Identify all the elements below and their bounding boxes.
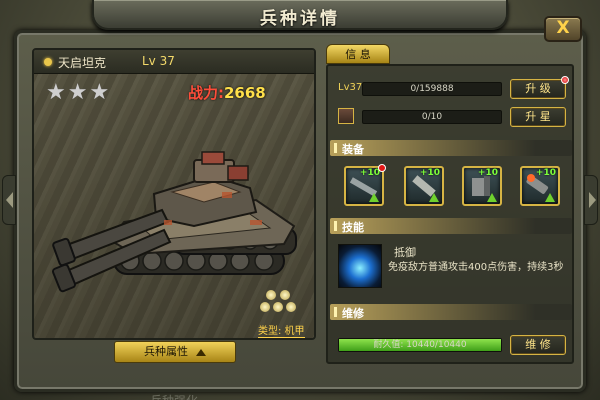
shield-skill-icon[interactable] <box>338 244 382 288</box>
heading-marker <box>334 143 337 153</box>
prev-unit-arrow[interactable] <box>2 175 16 225</box>
experience-text: 0/159888 <box>410 84 454 94</box>
equipment-heading-text: 装备 <box>342 143 364 156</box>
unit-header: 天启坦克 Lv 37 <box>34 50 314 74</box>
durability-bar: 耐久值: 10440/10440 <box>338 338 502 352</box>
alert-dot-icon <box>378 164 386 172</box>
equipment-heading: 装备 <box>330 140 572 156</box>
level-label: Lv37 <box>338 82 363 93</box>
heading-marker <box>334 221 337 231</box>
combat-power: 战力:2668 <box>188 82 266 103</box>
combat-power-value: 2668 <box>224 84 266 102</box>
equipment-bonus: +10 <box>419 168 440 178</box>
star-progress-bar: 0/10 <box>362 110 502 124</box>
unit-stars: ★ ★ ★ <box>46 82 109 104</box>
equipment-slot-1[interactable]: +10 <box>344 164 386 206</box>
arrow-up-icon <box>429 193 439 202</box>
unit-type-link[interactable]: 类型: 机甲 <box>258 322 305 338</box>
skill-heading-text: 技能 <box>342 221 364 234</box>
unit-attributes-label: 兵种属性 <box>144 345 188 358</box>
alert-dot-icon <box>561 76 569 84</box>
chevron-left-icon <box>6 192 13 208</box>
chevron-right-icon <box>589 192 596 208</box>
triangle-up-icon <box>196 348 206 356</box>
experience-bar: 0/159888 <box>362 82 502 96</box>
arrow-up-icon <box>487 193 497 202</box>
unit-level: Lv 37 <box>142 54 175 68</box>
tab-info[interactable]: 信 息 <box>326 44 390 64</box>
arrow-up-icon <box>369 193 379 202</box>
unit-preview-panel: 天启坦克 Lv 37 ★ ★ ★ 战力:2668 类型: 机甲 <box>32 48 316 340</box>
unit-name: 天启坦克 <box>58 56 107 70</box>
equipment-slot-4[interactable]: +10 <box>520 166 560 206</box>
skill-heading: 技能 <box>330 218 572 234</box>
upgrade-button[interactable]: 升 级 <box>510 76 569 99</box>
heading-marker <box>334 307 337 317</box>
unit-status-dot <box>44 58 52 66</box>
star-progress-text: 0/10 <box>421 112 443 122</box>
equipment-bonus: +10 <box>535 168 556 178</box>
close-button[interactable]: X <box>544 16 582 42</box>
equipment-slot-3[interactable]: +10 <box>462 166 502 206</box>
equipment-bonus: +10 <box>359 168 380 178</box>
equipment-bonus: +10 <box>477 168 498 178</box>
star-icon: ★ <box>89 80 110 105</box>
background-caption: 兵种强化 <box>150 392 198 400</box>
repair-heading: 维修 <box>330 304 572 320</box>
durability-text: 耐久值: 10440/10440 <box>373 340 467 350</box>
next-unit-arrow[interactable] <box>584 175 598 225</box>
equipment-slot-2[interactable]: +10 <box>404 166 444 206</box>
upgrade-label: 升 级 <box>525 82 551 95</box>
unit-attributes-tab[interactable]: 兵种属性 <box>114 341 236 363</box>
repair-heading-text: 维修 <box>342 307 364 320</box>
star-icon: ★ <box>46 80 66 105</box>
skill-description: 免疫敌方普通攻击400点伤害，持续3秒 <box>388 262 564 273</box>
window-title: 兵种详情 <box>260 9 340 29</box>
tank-image <box>51 151 297 293</box>
star-up-button[interactable]: 升 星 <box>510 107 566 127</box>
unit-class-dots-icon <box>260 290 300 320</box>
repair-button[interactable]: 维 修 <box>510 335 566 355</box>
unit-thumbnail <box>338 108 354 124</box>
arrow-up-icon <box>545 193 555 202</box>
title-plate: 兵种详情 <box>92 0 508 30</box>
star-icon: ★ <box>67 80 88 105</box>
combat-power-label: 战力: <box>188 84 224 102</box>
